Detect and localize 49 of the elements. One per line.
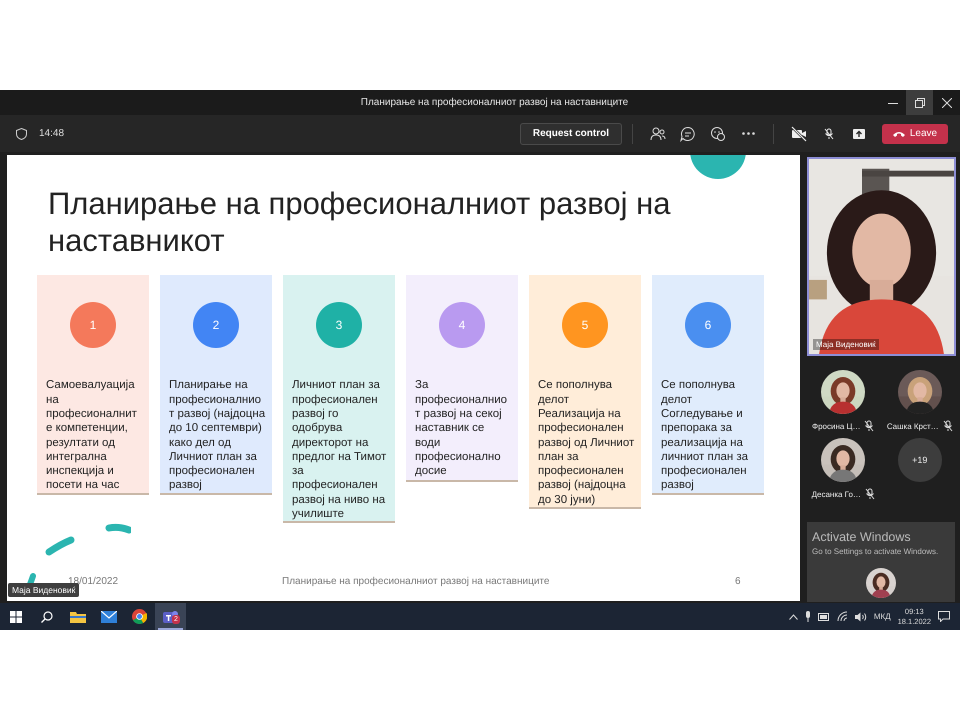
step-number: 4 [439,302,485,348]
windows-icon [10,610,22,622]
volume-icon [854,612,867,622]
step-description: Се пополнува делот Согледување и препорака за реализација на личниот план за професионален развој [660,378,750,493]
people-icon [650,126,666,142]
presenter-name-tag: Маја Виденовиќ [8,583,80,597]
slide-footer-title: Планирање на професионалниот развој на наставниците [282,576,550,586]
slide-number: 6 [735,576,741,586]
participant-name: Фросина Ц… [812,422,860,430]
step-number: 6 [685,302,731,348]
mail-icon [100,610,116,622]
participant-name: Десанка Го… [812,490,861,498]
microphone-icon [804,611,811,622]
activation-title: Activate Windows [812,530,912,544]
reactions-icon [710,126,726,142]
window-title: Планирање на професионалниот развој на наставниците [360,97,630,108]
slide-title: Планирање на професионалниот развој на наставникот [48,185,672,260]
more-participants-button[interactable]: +19 [898,438,942,482]
phone-icon [892,130,905,136]
notification-icon [938,611,950,622]
folder-icon [70,610,86,623]
restore-button[interactable] [906,90,933,115]
meeting-timer: 14:48 [39,128,64,139]
language-indicator[interactable]: МКД [874,612,891,621]
step-number: 5 [562,302,608,348]
speaker-name: Маја Виденовиќ [813,339,879,350]
search-icon [40,610,52,622]
leave-button[interactable]: Leave [882,124,948,144]
battery-icon [818,612,830,620]
more-icon [742,132,754,135]
wifi-icon [836,611,848,622]
participant-name: Сашка Крст… [886,422,939,430]
speaker-video[interactable]: Маја Виденовиќ [807,157,956,356]
step-number: 1 [70,302,116,348]
browser-icon [132,609,147,624]
restore-icon [914,98,924,108]
step-description: Самоевалуација на професионалните компетенции, резултати од интегрална инспекција и посети на час [45,378,138,493]
step-description: Се пополнува делот Реализација на професионален развој од Личниот план за професионален развој (најдоцна до 30 јуни) [537,378,636,508]
step-description: Планирање на професионалниот развој (најдоцна до 10 септември) како дел од Личниот план за професионален развој [168,378,266,493]
chevron-up-icon [788,614,798,620]
request-control-button[interactable]: Request control [520,122,622,144]
step-number: 3 [316,302,362,348]
shield-icon [16,128,27,140]
step-description: За професионалниот развој на секој наставник се води професионално досие [414,378,508,478]
step-description: Личниот план за професионален развој го одобрува директорот на предлог на Тимот за професионален развој на ниво на училиште [291,378,388,522]
activation-message: Go to Settings to activate Windows. [812,547,938,556]
step-number: 2 [193,302,239,348]
close-icon [942,98,952,108]
chat-icon [680,126,696,142]
